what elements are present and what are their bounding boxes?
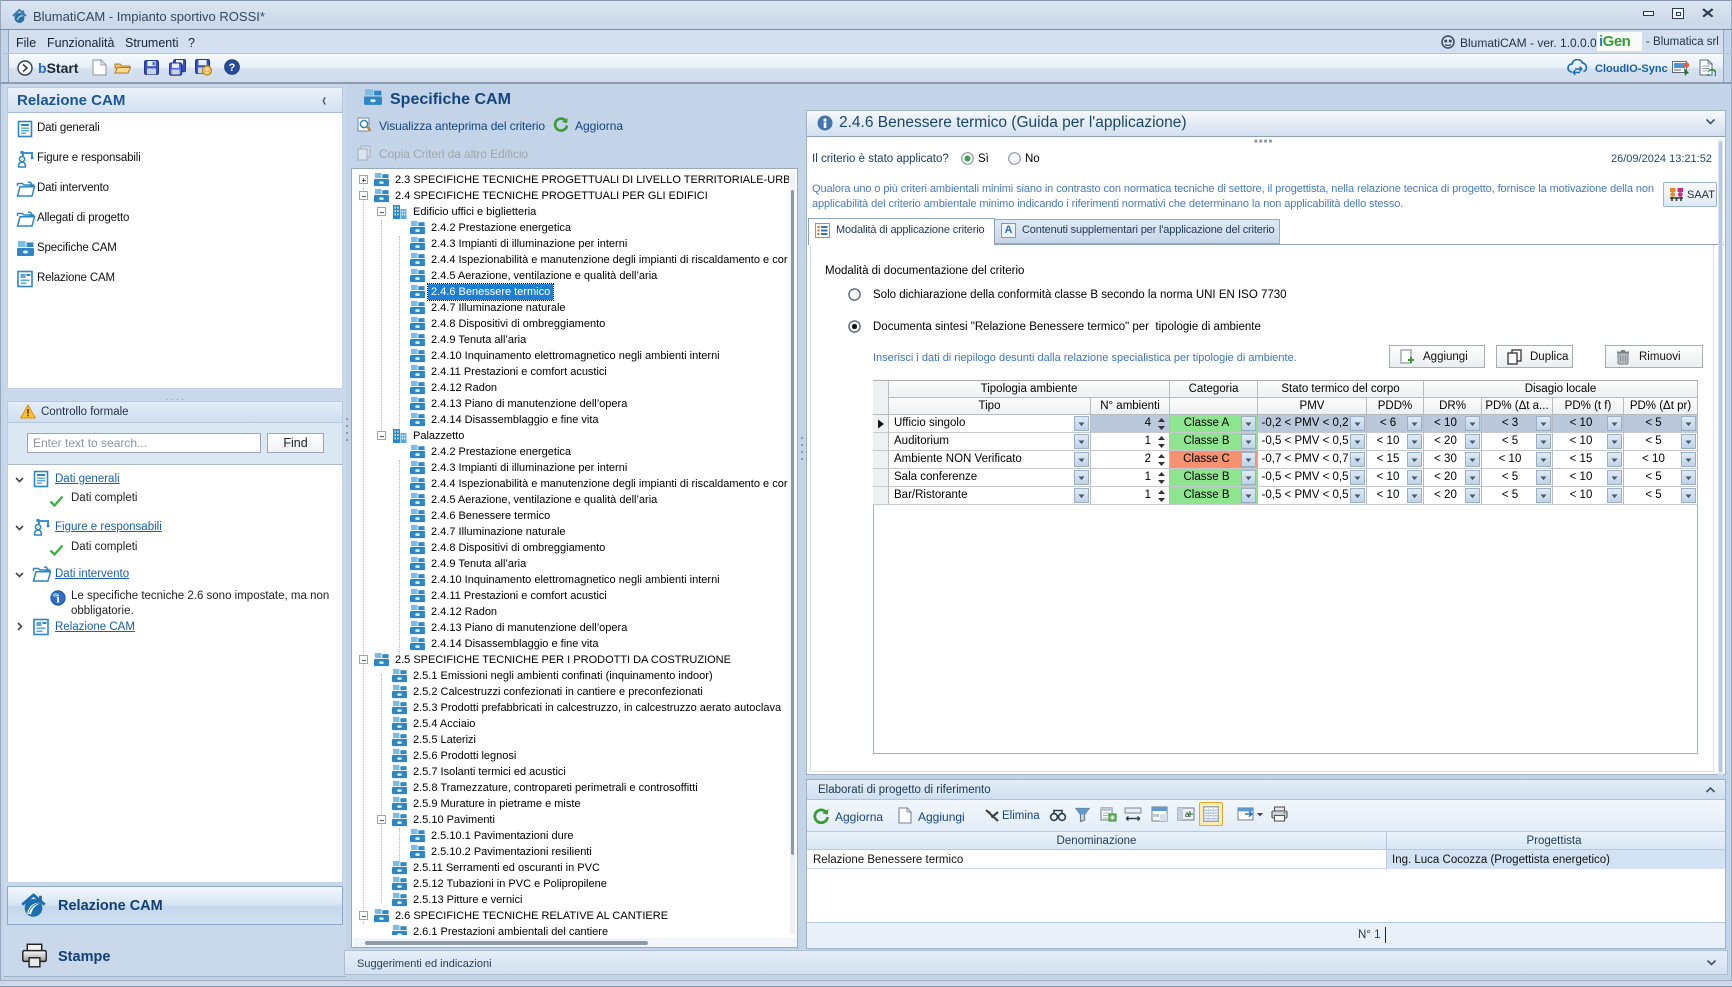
svg-text:?: ?: [229, 62, 236, 74]
